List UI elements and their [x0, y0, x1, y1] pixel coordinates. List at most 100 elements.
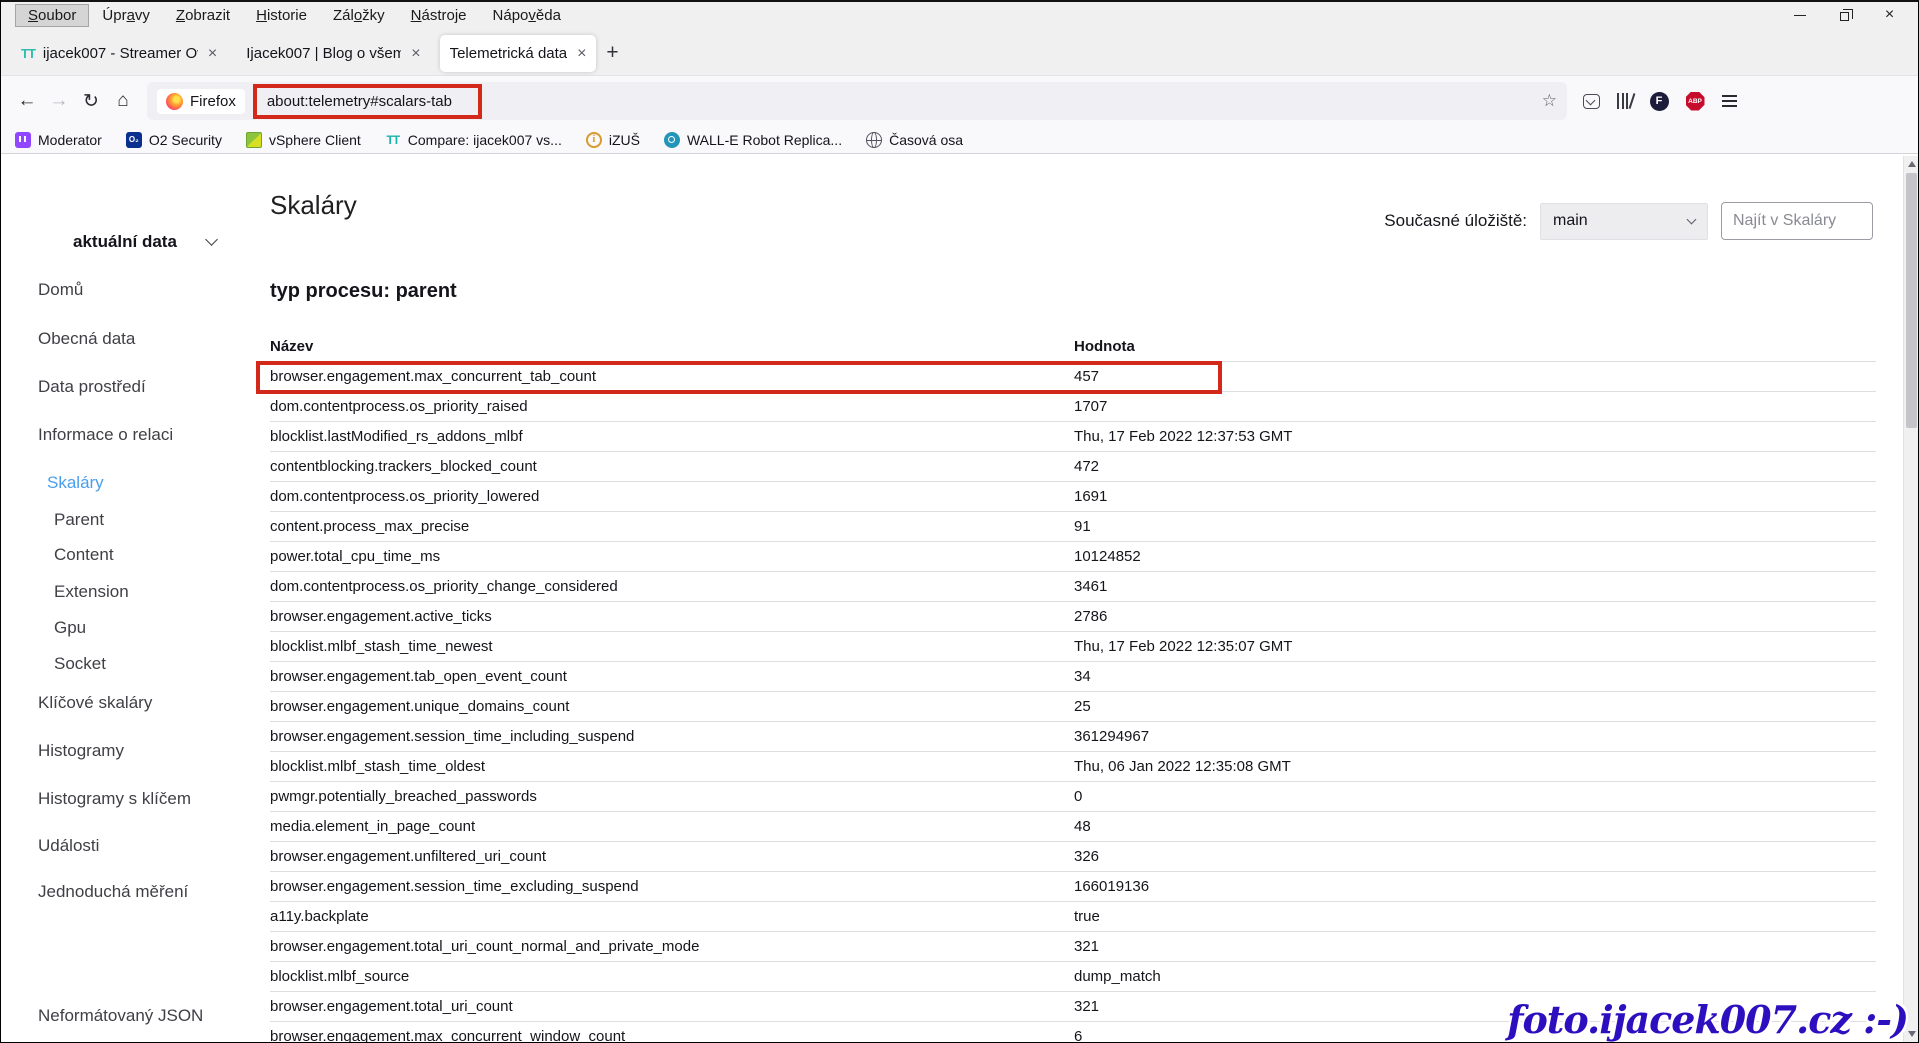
table-row[interactable]: dom.contentprocess.os_priority_lowered16… — [270, 481, 1876, 511]
sidebar-item-data-prostředí[interactable]: Data prostředí — [38, 377, 146, 397]
url-text[interactable]: about:telemetry#scalars-tab — [267, 93, 452, 110]
table-row[interactable]: browser.engagement.unfiltered_uri_count3… — [270, 841, 1876, 871]
column-header-value: Hodnota — [1074, 338, 1876, 355]
menu-historie[interactable]: Historie — [243, 4, 320, 27]
tabs: TTijacek007 - Streamer Overview &×Ijacek… — [11, 28, 596, 72]
table-row[interactable]: pwmgr.potentially_breached_passwords0 — [270, 781, 1876, 811]
storage-label: Současné úložiště: — [1384, 211, 1527, 231]
home-button[interactable]: ⌂ — [107, 85, 139, 117]
bookmark-star-icon[interactable]: ☆ — [1542, 91, 1557, 111]
table-row[interactable]: browser.engagement.tab_open_event_count3… — [270, 661, 1876, 691]
sidebar-item-histogramy-s-klíčem[interactable]: Histogramy s klíčem — [38, 789, 191, 809]
storage-select[interactable]: main — [1540, 203, 1708, 240]
table-row[interactable]: browser.engagement.unique_domains_count2… — [270, 691, 1876, 721]
url-bar[interactable]: Firefox about:telemetry#scalars-tab ☆ — [147, 82, 1567, 120]
table-row[interactable]: browser.engagement.total_uri_count_norma… — [270, 931, 1876, 961]
search-input[interactable] — [1721, 202, 1873, 240]
pocket-icon[interactable] — [1583, 94, 1600, 109]
menu-hamburger-icon[interactable] — [1722, 95, 1737, 107]
table-row[interactable]: contentblocking.trackers_blocked_count47… — [270, 451, 1876, 481]
sidebar-item-obecná-data[interactable]: Obecná data — [38, 329, 135, 349]
table-row[interactable]: blocklist.mlbf_sourcedump_match — [270, 961, 1876, 991]
menu-nástroje[interactable]: Nástroje — [398, 4, 480, 27]
adblock-plus-icon[interactable]: ABP — [1686, 92, 1705, 111]
bookmark-item[interactable]: O₂ O2 Security — [126, 132, 222, 148]
table-row[interactable]: dom.contentprocess.os_priority_change_co… — [270, 571, 1876, 601]
minimize-button[interactable] — [1777, 2, 1822, 28]
vertical-scrollbar[interactable] — [1903, 156, 1918, 1042]
menu-soubor[interactable]: Soubor — [15, 4, 89, 27]
bookmark-item[interactable]: iiZUŠ — [586, 132, 640, 148]
sidebar-dataset-dropdown[interactable]: aktuální data — [73, 232, 216, 252]
sidebar-item-události[interactable]: Události — [38, 836, 99, 856]
sidebar-item-jednoduchá-měření[interactable]: Jednoduchá měření — [38, 882, 188, 902]
scalar-name: browser.engagement.tab_open_event_count — [270, 668, 1074, 685]
bookmark-label: Moderator — [38, 132, 102, 148]
sidebar-dataset-label: aktuální data — [73, 232, 177, 252]
o2-icon: O₂ — [126, 132, 142, 148]
close-button[interactable]: × — [1867, 2, 1912, 28]
tab-title: Ijacek007 | Blog o všem trochu jinak. — [246, 45, 401, 62]
tab-title: ijacek007 - Streamer Overview & — [43, 45, 198, 62]
bookmark-item[interactable]: vSphere Client — [246, 132, 361, 148]
new-tab-button[interactable]: + — [596, 38, 628, 68]
sidebar-item-socket[interactable]: Socket — [54, 654, 106, 674]
scalar-name: power.total_cpu_time_ms — [270, 548, 1074, 565]
table-row[interactable]: blocklist.mlbf_stash_time_newestThu, 17 … — [270, 631, 1876, 661]
sidebar-item-parent[interactable]: Parent — [54, 510, 104, 530]
bookmark-label: O2 Security — [149, 132, 222, 148]
table-row[interactable]: dom.contentprocess.os_priority_raised170… — [270, 391, 1876, 421]
table-row[interactable]: browser.engagement.session_time_includin… — [270, 721, 1876, 751]
sidebar-item-klíčové-skaláry[interactable]: Klíčové skaláry — [38, 693, 152, 713]
table-row[interactable]: browser.engagement.active_ticks2786 — [270, 601, 1876, 631]
scrollbar-thumb[interactable] — [1906, 173, 1917, 428]
navigation-toolbar: ← → ↻ ⌂ Firefox about:telemetry#scalars-… — [1, 76, 1918, 126]
menu-nápověda[interactable]: Nápověda — [480, 4, 574, 27]
bookmark-item[interactable]: Moderator — [15, 132, 102, 148]
reload-button[interactable]: ↻ — [75, 85, 107, 117]
table-row[interactable]: content.process_max_precise91 — [270, 511, 1876, 541]
menu-úpravy[interactable]: Úpravy — [89, 4, 163, 27]
scalar-value: Thu, 17 Feb 2022 12:37:53 GMT — [1074, 428, 1876, 445]
sidebar: aktuální data Domů Obecná data Data prostř… — [1, 156, 261, 1042]
extension-f-icon[interactable]: F — [1650, 92, 1669, 111]
tab-3[interactable]: Telemetrická data× — [440, 35, 597, 72]
table-row[interactable]: media.element_in_page_count48 — [270, 811, 1876, 841]
scalar-value: 361294967 — [1074, 728, 1876, 745]
scrollbar-down-arrow-icon[interactable] — [1908, 1031, 1916, 1037]
sidebar-item-gpu[interactable]: Gpu — [54, 618, 86, 638]
tab-close-icon[interactable]: × — [577, 45, 586, 63]
table-row[interactable]: a11y.backplatetrue — [270, 901, 1876, 931]
scalar-name: media.element_in_page_count — [270, 818, 1074, 835]
sidebar-item-extension[interactable]: Extension — [54, 582, 129, 602]
sidebar-item-neformátovaný-json[interactable]: Neformátovaný JSON — [38, 1006, 203, 1026]
table-row[interactable]: blocklist.lastModified_rs_addons_mlbfThu… — [270, 421, 1876, 451]
back-button[interactable]: ← — [11, 85, 43, 117]
table-row[interactable]: blocklist.mlbf_stash_time_oldestThu, 06 … — [270, 751, 1876, 781]
bookmark-item[interactable]: Časová osa — [866, 132, 963, 148]
bookmark-item[interactable]: TTCompare: ijacek007 vs... — [385, 132, 562, 148]
menu-zobrazit[interactable]: Zobrazit — [163, 4, 243, 27]
forward-button[interactable]: → — [43, 85, 75, 117]
scalar-name: browser.engagement.active_ticks — [270, 608, 1074, 625]
chevron-down-icon — [205, 233, 218, 246]
tab-2[interactable]: Ijacek007 | Blog o všem trochu jinak. × — [236, 35, 430, 72]
sidebar-item-histogramy[interactable]: Histogramy — [38, 741, 124, 761]
restore-button[interactable] — [1822, 2, 1867, 28]
table-row[interactable]: power.total_cpu_time_ms10124852 — [270, 541, 1876, 571]
column-header-name: Název — [270, 338, 1074, 355]
sidebar-item-content[interactable]: Content — [54, 545, 114, 565]
tab-close-icon[interactable]: × — [411, 45, 420, 63]
sidebar-item-informace-o-relaci[interactable]: Informace o relaci — [38, 425, 173, 445]
bookmark-item[interactable]: WALL-E Robot Replica... — [664, 132, 842, 148]
sidebar-item-skaláry[interactable]: Skaláry — [47, 473, 104, 493]
table-row[interactable]: browser.engagement.max_concurrent_tab_co… — [270, 361, 1876, 391]
library-icon[interactable] — [1617, 93, 1633, 109]
scrollbar-up-arrow-icon[interactable] — [1908, 161, 1916, 167]
scalar-name: browser.engagement.unfiltered_uri_count — [270, 848, 1074, 865]
tab-close-icon[interactable]: × — [208, 45, 217, 63]
table-row[interactable]: browser.engagement.session_time_excludin… — [270, 871, 1876, 901]
tab-1[interactable]: TTijacek007 - Streamer Overview &× — [11, 35, 227, 72]
sidebar-item-domů[interactable]: Domů — [38, 280, 83, 300]
menu-záložky[interactable]: Záložky — [320, 4, 398, 27]
